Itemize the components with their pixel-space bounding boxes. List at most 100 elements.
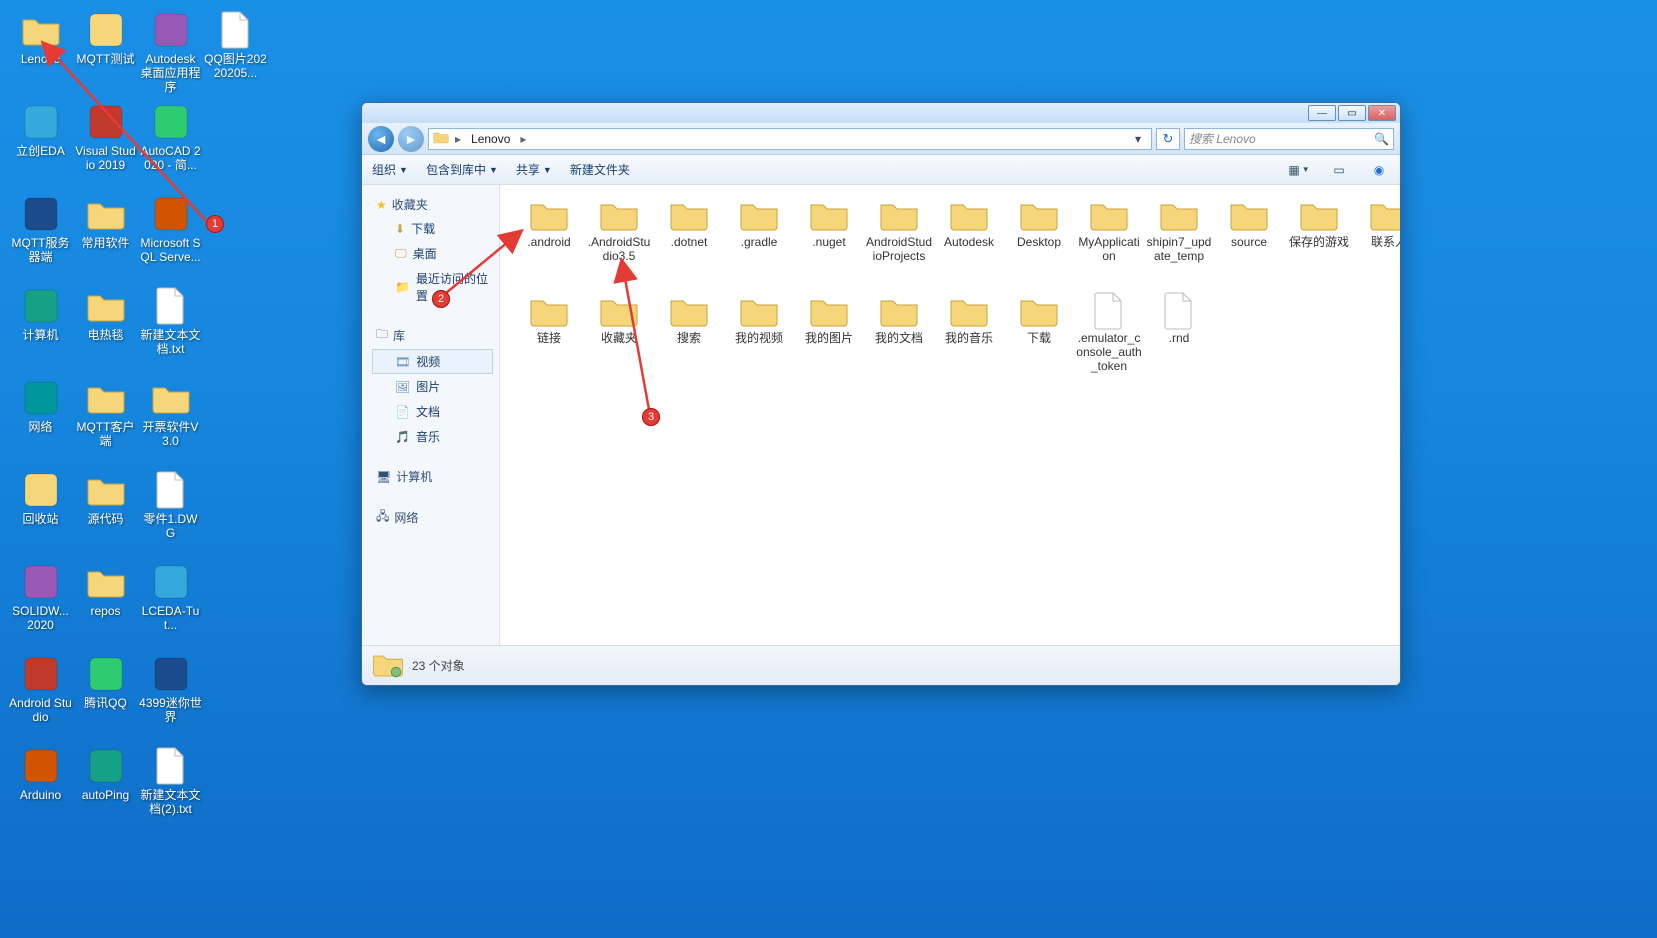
desktop-icon[interactable]: [203, 744, 268, 830]
file-item[interactable]: 我的文档: [864, 291, 934, 387]
file-item[interactable]: Autodesk: [934, 195, 1004, 291]
desktop-icon[interactable]: [203, 376, 268, 462]
sidebar-item[interactable]: 🎞视频: [372, 349, 493, 374]
sidebar-group-libraries[interactable]: 🗀库: [372, 322, 493, 349]
file-item[interactable]: Desktop: [1004, 195, 1074, 291]
file-item[interactable]: 保存的游戏: [1284, 195, 1354, 291]
file-label: .AndroidStudio3.5: [585, 235, 653, 263]
desktop-icon[interactable]: MQTT测试: [73, 8, 138, 94]
sidebar-item[interactable]: 📄文档: [372, 399, 493, 424]
desktop-icon[interactable]: Autodesk 桌面应用程序: [138, 8, 203, 94]
desktop-icon[interactable]: [203, 652, 268, 738]
desktop-icon[interactable]: LCEDA-Tut...: [138, 560, 203, 646]
sidebar-item[interactable]: 🖼图片: [372, 374, 493, 399]
desktop-icon[interactable]: 腾讯QQ: [73, 652, 138, 738]
sidebar-group-favorites[interactable]: ★收藏夹: [372, 193, 493, 216]
sidebar-item-icon: 📁: [395, 280, 410, 294]
file-item[interactable]: 收藏夹: [584, 291, 654, 387]
desktop-icon[interactable]: 新建文本文档.txt: [138, 284, 203, 370]
sidebar-item[interactable]: 🎵音乐: [372, 424, 493, 449]
desktop-icon[interactable]: SOLIDW... 2020: [8, 560, 73, 646]
address-bar[interactable]: ▸ Lenovo ▸ ▾: [428, 128, 1152, 150]
file-item[interactable]: 链接: [514, 291, 584, 387]
file-item[interactable]: .emulator_console_auth_token: [1074, 291, 1144, 387]
desktop-icon[interactable]: [203, 468, 268, 554]
back-button[interactable]: ◄: [368, 126, 394, 152]
sidebar-item-network[interactable]: 🖧网络: [372, 504, 493, 531]
desktop-icon[interactable]: AutoCAD 2020 - 简...: [138, 100, 203, 186]
desktop-icon[interactable]: 计算机: [8, 284, 73, 370]
desktop-icon[interactable]: MQTT客户端: [73, 376, 138, 462]
address-dropdown[interactable]: ▾: [1129, 132, 1147, 146]
file-item[interactable]: .gradle: [724, 195, 794, 291]
sidebar-item-label: 文档: [416, 403, 440, 420]
file-icon: [1157, 291, 1201, 331]
desktop-icon[interactable]: [203, 560, 268, 646]
desktop-icon[interactable]: QQ图片20220205...: [203, 8, 268, 94]
file-item[interactable]: MyApplication: [1074, 195, 1144, 291]
desktop-icon[interactable]: 网络: [8, 376, 73, 462]
file-item[interactable]: 我的图片: [794, 291, 864, 387]
desktop-icon[interactable]: 立创EDA: [8, 100, 73, 186]
new-folder-button[interactable]: 新建文件夹: [570, 161, 630, 178]
close-button[interactable]: ✕: [1368, 105, 1396, 121]
desktop-icon[interactable]: 电热毯: [73, 284, 138, 370]
desktop-icon[interactable]: Android Studio: [8, 652, 73, 738]
sidebar-item[interactable]: ⬇下载: [372, 216, 493, 241]
desktop-icon-label: Microsoft SQL Serve...: [139, 236, 202, 264]
desktop-icon[interactable]: [203, 284, 268, 370]
preview-pane-button[interactable]: ▭: [1328, 159, 1350, 181]
desktop-icon[interactable]: Microsoft SQL Serve...: [138, 192, 203, 278]
library-icon: 🗀: [376, 325, 388, 346]
file-item[interactable]: .AndroidStudio3.5: [584, 195, 654, 291]
window-titlebar[interactable]: — ▭ ✕: [362, 103, 1400, 123]
file-item[interactable]: .dotnet: [654, 195, 724, 291]
desktop-icon[interactable]: 常用软件: [73, 192, 138, 278]
maximize-button[interactable]: ▭: [1338, 105, 1366, 121]
desktop-icon[interactable]: 新建文本文档(2).txt: [138, 744, 203, 830]
refresh-button[interactable]: ↻: [1156, 128, 1180, 150]
forward-button[interactable]: ►: [398, 126, 424, 152]
desktop-icon[interactable]: 4399迷你世界: [138, 652, 203, 738]
folder-icon: [597, 291, 641, 331]
desktop-icon[interactable]: 回收站: [8, 468, 73, 554]
sidebar-item-computer[interactable]: 🖥计算机: [372, 465, 493, 488]
desktop-icon[interactable]: [203, 192, 268, 278]
share-button[interactable]: 共享▼: [516, 161, 552, 178]
minimize-button[interactable]: —: [1308, 105, 1336, 121]
file-item[interactable]: 我的音乐: [934, 291, 1004, 387]
view-mode-button[interactable]: ▦▼: [1288, 159, 1310, 181]
desktop-icon[interactable]: Arduino: [8, 744, 73, 830]
desktop-icon[interactable]: Visual Studio 2019: [73, 100, 138, 186]
desktop-icon[interactable]: 零件1.DWG: [138, 468, 203, 554]
organize-button[interactable]: 组织▼: [372, 161, 408, 178]
desktop-icon[interactable]: 开票软件V3.0: [138, 376, 203, 462]
file-item[interactable]: .nuget: [794, 195, 864, 291]
navigation-bar: ◄ ► ▸ Lenovo ▸ ▾ ↻ 搜索 Lenovo 🔍: [362, 123, 1400, 155]
sidebar-item-label: 桌面: [413, 245, 437, 262]
file-list-pane[interactable]: .android.AndroidStudio3.5.dotnet.gradle.…: [500, 185, 1400, 645]
file-item[interactable]: 搜索: [654, 291, 724, 387]
desktop-icon[interactable]: 源代码: [73, 468, 138, 554]
file-item[interactable]: source: [1214, 195, 1284, 291]
file-label: .rnd: [1145, 331, 1213, 345]
file-item[interactable]: AndroidStudioProjects: [864, 195, 934, 291]
include-in-library-button[interactable]: 包含到库中▼: [426, 161, 498, 178]
file-item[interactable]: 我的视频: [724, 291, 794, 387]
file-item[interactable]: shipin7_update_temp: [1144, 195, 1214, 291]
desktop-icon[interactable]: MQTT服务器端: [8, 192, 73, 278]
file-label: 我的视频: [725, 331, 793, 345]
desktop-icon[interactable]: repos: [73, 560, 138, 646]
sidebar-item[interactable]: 🖵桌面: [372, 241, 493, 266]
breadcrumb-item[interactable]: Lenovo: [467, 129, 514, 149]
desktop-icon[interactable]: Lenovo: [8, 8, 73, 94]
file-item[interactable]: 下载: [1004, 291, 1074, 387]
file-item[interactable]: .android: [514, 195, 584, 291]
desktop-icon[interactable]: autoPing: [73, 744, 138, 830]
app-icon: [19, 744, 63, 788]
desktop-icon[interactable]: [203, 100, 268, 186]
search-input[interactable]: 搜索 Lenovo 🔍: [1184, 128, 1394, 150]
file-item[interactable]: .rnd: [1144, 291, 1214, 387]
file-item[interactable]: 联系人: [1354, 195, 1400, 291]
help-button[interactable]: ◉: [1368, 159, 1390, 181]
